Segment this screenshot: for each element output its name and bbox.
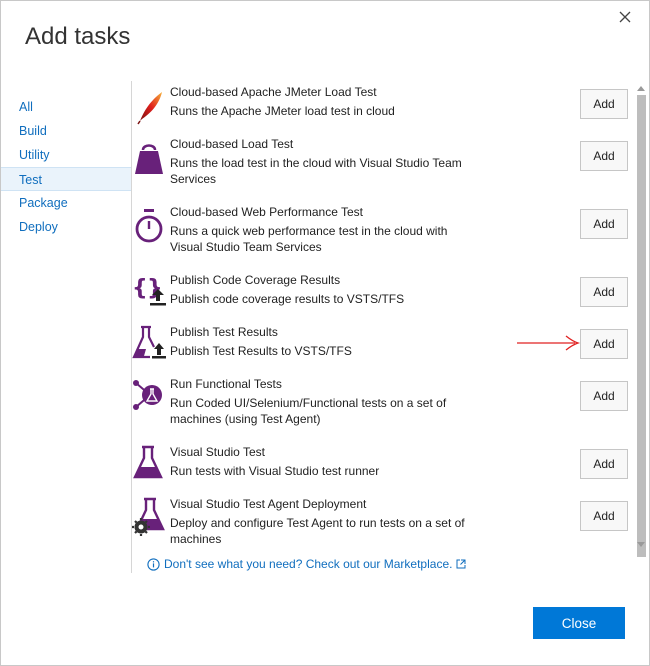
flask-icon bbox=[132, 445, 166, 485]
task-item: Run Functional Tests Run Coded UI/Seleni… bbox=[132, 377, 632, 441]
weight-icon bbox=[132, 141, 166, 181]
nav-item-utility[interactable]: Utility bbox=[1, 143, 131, 167]
svg-text:{: { bbox=[132, 276, 148, 301]
add-task-button[interactable]: Add bbox=[580, 381, 628, 411]
task-name: Cloud-based Apache JMeter Load Test bbox=[170, 85, 377, 99]
add-task-button[interactable]: Add bbox=[580, 89, 628, 119]
stopwatch-icon bbox=[132, 209, 166, 249]
task-name: Visual Studio Test bbox=[170, 445, 265, 459]
task-description: Runs a quick web performance test in the… bbox=[170, 224, 448, 254]
task-item: Visual Studio Test Agent Deployment Depl… bbox=[132, 497, 632, 549]
task-description: Deploy and configure Test Agent to run t… bbox=[170, 516, 465, 546]
info-icon bbox=[147, 557, 160, 571]
add-task-button[interactable]: Add bbox=[580, 209, 628, 239]
nav-item-test[interactable]: Test bbox=[1, 167, 131, 191]
task-name: Cloud-based Web Performance Test bbox=[170, 205, 363, 219]
nav-item-package[interactable]: Package bbox=[1, 191, 131, 215]
red-annotation-arrow-icon bbox=[517, 335, 581, 351]
add-task-button[interactable]: Add bbox=[580, 501, 628, 531]
close-button[interactable]: Close bbox=[533, 607, 625, 639]
nav-item-all[interactable]: All bbox=[1, 95, 131, 119]
task-description: Runs the Apache JMeter load test in clou… bbox=[170, 104, 395, 118]
task-list-scrollbar[interactable] bbox=[634, 81, 648, 557]
scroll-up-icon[interactable] bbox=[635, 83, 647, 93]
task-name: Publish Code Coverage Results bbox=[170, 273, 341, 287]
nav-item-build[interactable]: Build bbox=[1, 119, 131, 143]
add-task-button[interactable]: Add bbox=[580, 449, 628, 479]
add-task-button[interactable]: Add bbox=[580, 277, 628, 307]
close-icon[interactable] bbox=[613, 5, 637, 29]
task-name: Publish Test Results bbox=[170, 325, 278, 339]
task-description: Run tests with Visual Studio test runner bbox=[170, 464, 380, 478]
marketplace-link[interactable]: Don't see what you need? Check out our M… bbox=[147, 557, 466, 571]
scroll-down-icon[interactable] bbox=[635, 539, 647, 549]
task-name: Cloud-based Load Test bbox=[170, 137, 294, 151]
category-nav: All Build Utility Test Package Deploy bbox=[1, 95, 131, 239]
task-description: Publish code coverage results to VSTS/TF… bbox=[170, 292, 405, 306]
task-description: Runs the load test in the cloud with Vis… bbox=[170, 156, 462, 186]
add-task-button[interactable]: Add bbox=[580, 329, 628, 359]
task-name: Visual Studio Test Agent Deployment bbox=[170, 497, 367, 511]
task-item: Cloud-based Load Test Runs the load test… bbox=[132, 137, 632, 201]
add-tasks-dialog: Add tasks All Build Utility Test Package… bbox=[0, 0, 650, 666]
functional-test-icon bbox=[132, 377, 166, 417]
task-name: Run Functional Tests bbox=[170, 377, 282, 391]
svg-text:}: } bbox=[147, 276, 163, 301]
flask-gear-icon bbox=[132, 497, 166, 537]
add-task-button[interactable]: Add bbox=[580, 141, 628, 171]
code-coverage-upload-icon: { } bbox=[132, 273, 166, 313]
jmeter-feather-icon bbox=[132, 89, 166, 129]
nav-item-deploy[interactable]: Deploy bbox=[1, 215, 131, 239]
task-list: Cloud-based Apache JMeter Load Test Runs… bbox=[132, 79, 636, 549]
external-link-icon bbox=[456, 559, 466, 569]
marketplace-link-text[interactable]: Don't see what you need? Check out our M… bbox=[164, 557, 452, 571]
dialog-title: Add tasks bbox=[25, 23, 131, 50]
scroll-thumb[interactable] bbox=[637, 95, 646, 557]
task-description: Publish Test Results to VSTS/TFS bbox=[170, 344, 352, 358]
task-item: { } Publish Code Coverage Results Publis… bbox=[132, 273, 632, 323]
task-item: Cloud-based Apache JMeter Load Test Runs… bbox=[132, 85, 632, 145]
flask-upload-icon bbox=[132, 325, 166, 365]
task-item: Cloud-based Web Performance Test Runs a … bbox=[132, 205, 632, 269]
task-item: Visual Studio Test Run tests with Visual… bbox=[132, 445, 632, 495]
task-description: Run Coded UI/Selenium/Functional tests o… bbox=[170, 396, 447, 426]
